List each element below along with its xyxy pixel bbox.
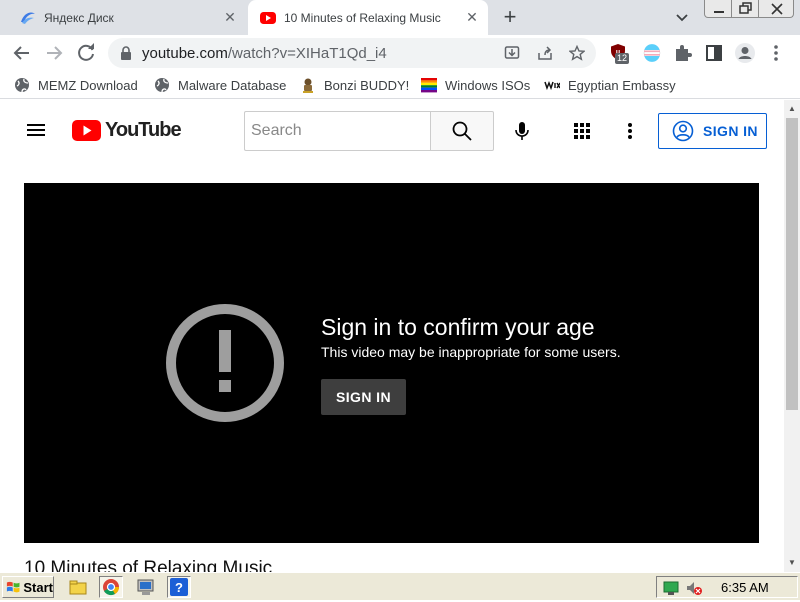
age-gate-sign-in-button[interactable]: SIGN IN <box>321 379 406 415</box>
bookmark-label: Bonzi BUDDY! <box>324 77 410 93</box>
window-close-button[interactable] <box>758 0 794 18</box>
system-clock: 6:35 AM <box>721 580 769 595</box>
hamburger-menu-icon[interactable] <box>24 118 48 142</box>
globe-icon <box>15 78 29 93</box>
youtube-header: YouTube Search SIGN IN <box>0 100 784 160</box>
tab-youtube-video[interactable]: 10 Minutes of Relaxing Music ✕ <box>248 0 488 35</box>
yandex-disk-icon <box>21 12 35 24</box>
bookmarks-bar: MEMZ Download Malware Database Bonzi BUD… <box>0 71 800 99</box>
kebab-menu-icon[interactable] <box>764 41 788 65</box>
apps-grid-icon[interactable] <box>570 119 594 143</box>
bookmark-memz-download[interactable]: MEMZ Download <box>14 75 138 95</box>
search-input[interactable] <box>244 111 431 151</box>
share-icon[interactable] <box>537 45 553 61</box>
video-title: 10 Minutes of Relaxing Music <box>24 558 273 572</box>
youtube-icon <box>260 11 276 24</box>
lock-icon[interactable] <box>120 46 132 60</box>
bookmark-bonzi-buddy[interactable]: Bonzi BUDDY! <box>300 75 409 95</box>
close-icon[interactable]: ✕ <box>464 9 480 25</box>
age-gate-heading: Sign in to confirm your age <box>321 314 595 340</box>
sign-in-label: SIGN IN <box>703 123 758 139</box>
network-icon[interactable] <box>663 580 679 596</box>
bookmark-label: Windows ISOs <box>445 77 531 93</box>
rainbow-flag-icon <box>421 78 437 93</box>
bookmark-egyptian-embassy[interactable]: Egyptian Embassy <box>544 75 676 95</box>
chrome-icon <box>103 579 120 596</box>
profile-avatar-icon[interactable] <box>733 41 757 65</box>
taskbar-help-button[interactable]: ? <box>167 576 191 598</box>
side-panel-icon[interactable] <box>702 41 726 65</box>
minimize-icon <box>714 11 724 13</box>
youtube-logo[interactable]: YouTube <box>72 118 182 141</box>
youtube-play-icon <box>72 119 101 141</box>
taskbar-chrome-button[interactable] <box>99 576 123 598</box>
sign-in-button[interactable]: SIGN IN <box>658 113 767 149</box>
taskbar: Start ? 6:35 AM <box>0 572 800 600</box>
restore-icon <box>739 2 752 14</box>
install-app-icon[interactable] <box>504 45 520 61</box>
window-restore-button[interactable] <box>731 0 759 18</box>
close-icon[interactable]: ✕ <box>222 9 238 25</box>
bookmark-malware-database[interactable]: Malware Database <box>154 75 286 95</box>
tab-yandex-disk[interactable]: Яндекс Диск ✕ <box>8 0 246 35</box>
bookmark-label: Egyptian Embassy <box>568 77 676 93</box>
url-text[interactable]: youtube.com/watch?v=XIHaT1Qd_i4 <box>142 45 387 62</box>
chevron-down-icon[interactable] <box>672 8 692 28</box>
url-host: youtube.com <box>142 45 228 62</box>
tab-title: 10 Minutes of Relaxing Music <box>284 10 441 25</box>
search-icon <box>452 121 472 141</box>
window-minimize-button[interactable] <box>704 0 732 18</box>
svg-text:?: ? <box>175 580 183 595</box>
more-vertical-icon[interactable] <box>618 119 642 143</box>
url-path: /watch?v=XIHaT1Qd_i4 <box>227 45 387 62</box>
new-tab-button[interactable]: + <box>498 6 522 30</box>
help-icon: ? <box>170 578 188 596</box>
bookmark-label: MEMZ Download <box>38 77 138 93</box>
start-button[interactable]: Start <box>2 576 54 598</box>
folders-icon[interactable] <box>66 576 90 598</box>
system-tray: 6:35 AM <box>656 576 798 598</box>
forward-arrow-icon[interactable] <box>42 41 66 65</box>
account-circle-icon <box>672 120 694 142</box>
puzzle-extensions-icon[interactable] <box>671 41 695 65</box>
computer-icon[interactable] <box>134 576 158 598</box>
scroll-down-arrow-icon[interactable]: ▼ <box>786 557 798 569</box>
close-icon <box>771 3 783 15</box>
youtube-logo-text: YouTube <box>105 118 182 141</box>
search-button[interactable] <box>430 111 494 151</box>
volume-muted-icon[interactable] <box>685 580 703 596</box>
scroll-up-arrow-icon[interactable]: ▲ <box>786 103 798 115</box>
bonzi-icon <box>303 78 313 93</box>
age-gate-subtext: This video may be inappropriate for some… <box>321 344 621 360</box>
alert-icon <box>166 304 284 422</box>
scrollbar-thumb[interactable] <box>786 118 798 410</box>
microphone-icon[interactable] <box>510 119 534 143</box>
bookmark-label: Malware Database <box>178 77 287 93</box>
back-arrow-icon[interactable] <box>10 41 34 65</box>
pride-extension-icon[interactable] <box>640 41 664 65</box>
extension-badge: 12 <box>615 53 630 64</box>
wix-icon <box>544 80 560 91</box>
bookmark-windows-isos[interactable]: Windows ISOs <box>421 75 530 95</box>
start-label: Start <box>23 579 53 595</box>
tab-title: Яндекс Диск <box>44 10 114 25</box>
address-bar[interactable]: youtube.com/watch?v=XIHaT1Qd_i4 <box>108 38 596 68</box>
page-viewport: YouTube Search SIGN IN Sign in to confir… <box>0 100 784 572</box>
video-player[interactable]: Sign in to confirm your age This video m… <box>24 183 759 543</box>
browser-toolbar: youtube.com/watch?v=XIHaT1Qd_i4 u 12 <box>0 35 800 71</box>
extension-ublock[interactable]: u 12 <box>610 43 632 67</box>
windows-logo-icon <box>6 581 20 593</box>
star-icon[interactable] <box>569 45 585 61</box>
reload-icon[interactable] <box>74 41 98 65</box>
tab-strip: Яндекс Диск ✕ 10 Minutes of Relaxing Mus… <box>0 0 800 35</box>
globe-icon <box>155 78 169 93</box>
